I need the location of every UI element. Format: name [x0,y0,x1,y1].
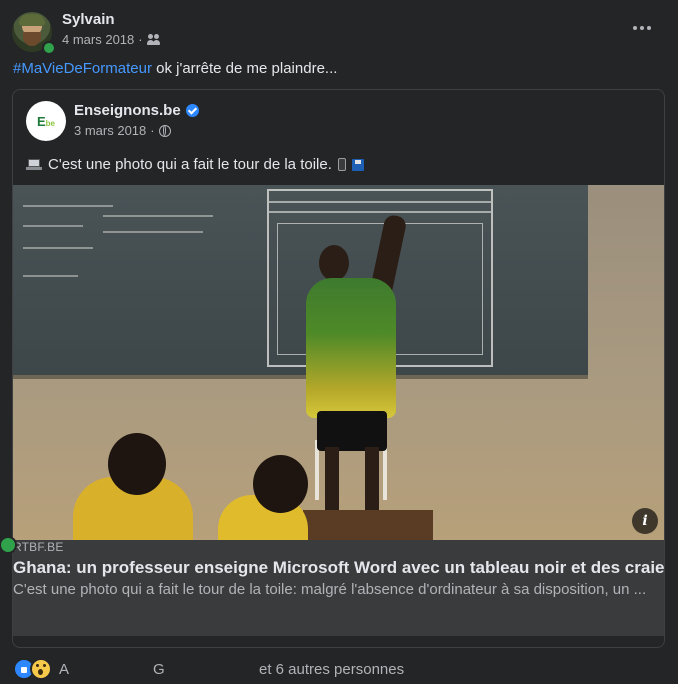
student-head [253,455,308,513]
post-header: Sylvain 4 mars 2018 · [12,10,666,55]
link-domain: RTBF.BE [13,540,64,554]
online-status-dot [42,41,56,55]
shared-post-meta: 3 mars 2018 · [74,123,171,138]
shared-post-card: Ebe Enseignons.be 3 mars 2018 · C'est un… [12,89,665,648]
page-avatar[interactable]: Ebe [26,101,66,141]
post-message: ok j'arrête de me plaindre... [151,60,338,77]
hashtag-link[interactable]: #MaVieDeFormateur [13,60,152,77]
teacher [306,278,396,418]
teacher-shorts [317,411,387,451]
shared-post-text-row: C'est une photo qui a fait le tour de la… [26,156,364,173]
page-logo: Ebe [36,113,55,129]
desk [303,510,433,540]
page-name[interactable]: Enseignons.be [74,102,181,119]
link-preview[interactable]: RTBF.BE Ghana: un professeur enseigne Mi… [13,540,664,636]
post-text: #MaVieDeFormateur ok j'arrête de me plai… [13,60,337,77]
shared-post-date[interactable]: 3 mars 2018 [74,123,146,138]
teacher-legs [325,447,379,517]
globe-icon [158,124,171,137]
reactor-name[interactable]: G [153,661,165,678]
link-title[interactable]: Ghana: un professeur enseigne Microsoft … [13,558,664,578]
info-icon[interactable]: i [632,508,658,534]
dot-icon [640,26,644,30]
dot-icon [647,26,651,30]
post-meta: 4 mars 2018 · [62,32,161,47]
teacher-head [319,245,349,281]
floppy-disk-icon [351,158,364,171]
shared-post-text: C'est une photo qui a fait le tour de la… [48,156,332,173]
author-name[interactable]: Sylvain [62,11,115,28]
mobile-phone-icon [337,158,346,171]
reactor-name[interactable]: A [59,661,69,678]
reaction-icons[interactable] [13,658,52,680]
link-description: C'est une photo qui a fait le tour de la… [13,581,647,598]
friends-icon [146,33,161,46]
dot-icon [633,26,637,30]
student-head [108,433,166,495]
link-preview-image[interactable]: i [13,185,664,540]
laptop-icon [26,159,42,170]
more-options-button[interactable] [624,14,660,42]
wow-reaction-icon [30,658,52,680]
page-name-row: Enseignons.be [74,102,199,119]
verified-icon [185,104,199,117]
post-date[interactable]: 4 mars 2018 [62,32,134,47]
reactions-others[interactable]: et 6 autres personnes [259,661,404,678]
blackboard [13,185,588,379]
